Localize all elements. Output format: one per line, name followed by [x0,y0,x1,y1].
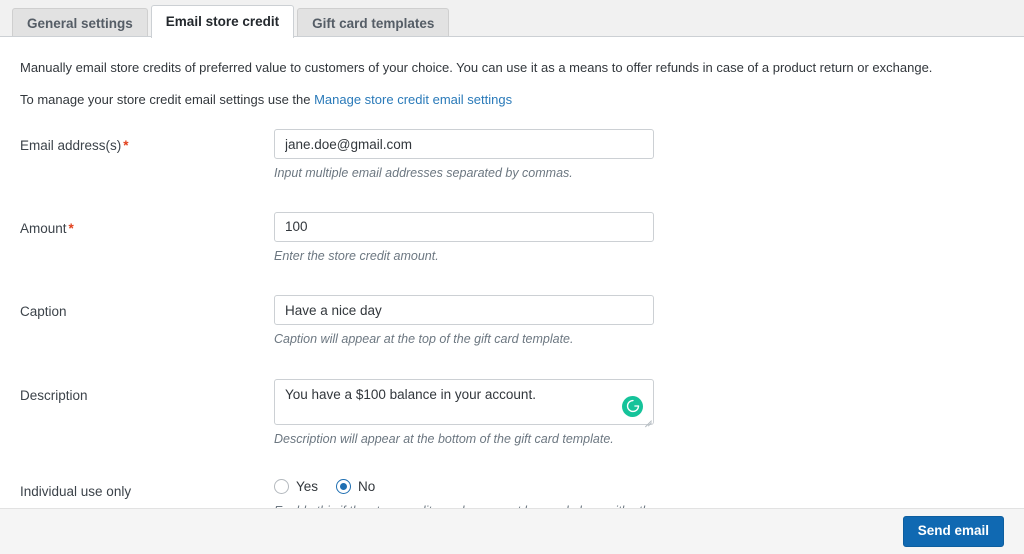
description-field-label: Description [20,379,274,405]
form-row-email: Email address(s)* Input multiple email a… [0,129,1024,183]
individual-use-option-yes[interactable]: Yes [274,479,318,494]
tab-general-settings-label: General settings [27,16,133,31]
settings-panel: Manually email store credits of preferre… [0,36,1024,508]
form-footer: Send email [0,508,1024,554]
email-store-credit-form: Email address(s)* Input multiple email a… [0,129,1024,508]
tab-general-settings[interactable]: General settings [12,8,148,38]
email-field-label-text: Email address(s) [20,138,121,153]
tab-gift-card-templates[interactable]: Gift card templates [297,8,449,38]
radio-no-label: No [358,479,375,494]
email-field-label: Email address(s)* [20,129,274,155]
description-field-hint: Description will appear at the bottom of… [274,431,1004,449]
radio-yes-label: Yes [296,479,318,494]
send-email-button[interactable]: Send email [903,516,1004,547]
amount-input[interactable] [274,212,654,242]
email-field-wrap: Input multiple email addresses separated… [274,129,1004,183]
tab-bar: General settings Email store credit Gift… [0,0,1024,37]
email-field-hint: Input multiple email addresses separated… [274,165,1004,183]
description-field-wrap: Description will appear at the bottom of… [274,379,1004,449]
caption-field-hint: Caption will appear at the top of the gi… [274,331,1004,349]
form-row-description: Description Description will appea [0,379,1024,449]
email-required-marker: * [123,138,128,153]
individual-use-label: Individual use only [20,475,274,501]
caption-field-wrap: Caption will appear at the top of the gi… [274,295,1004,349]
radio-no-icon [336,479,351,494]
caption-field-label: Caption [20,295,274,321]
description-textarea-wrap [274,379,654,425]
individual-use-label-text: Individual use only [20,484,131,499]
description-textarea[interactable] [274,379,654,425]
individual-use-radio-group: Yes No [274,475,1004,497]
caption-field-label-text: Caption [20,304,67,319]
intro-settings-prefix: To manage your store credit email settin… [20,92,314,107]
individual-use-field-wrap: Yes No Enable this if the store credit v… [274,475,1004,508]
amount-field-wrap: Enter the store credit amount. [274,212,1004,266]
tab-gift-card-templates-label: Gift card templates [312,16,434,31]
form-row-individual-use: Individual use only Yes No Enable this i [0,475,1024,508]
intro-description: Manually email store credits of preferre… [20,37,1004,78]
description-field-label-text: Description [20,388,88,403]
amount-field-label: Amount* [20,212,274,238]
manage-store-credit-email-settings-link[interactable]: Manage store credit email settings [314,92,512,107]
form-row-amount: Amount* Enter the store credit amount. [0,212,1024,266]
tab-email-store-credit[interactable]: Email store credit [151,5,294,38]
settings-page: General settings Email store credit Gift… [0,0,1024,554]
email-input[interactable] [274,129,654,159]
grammarly-icon[interactable] [622,396,643,417]
tab-email-store-credit-label: Email store credit [166,14,279,29]
amount-required-marker: * [69,221,74,236]
individual-use-option-no[interactable]: No [336,479,375,494]
amount-field-label-text: Amount [20,221,67,236]
intro-settings-line: To manage your store credit email settin… [20,78,1004,110]
caption-input[interactable] [274,295,654,325]
intro-section: Manually email store credits of preferre… [0,37,1024,109]
form-row-caption: Caption Caption will appear at the top o… [0,295,1024,349]
radio-yes-icon [274,479,289,494]
amount-field-hint: Enter the store credit amount. [274,248,1004,266]
